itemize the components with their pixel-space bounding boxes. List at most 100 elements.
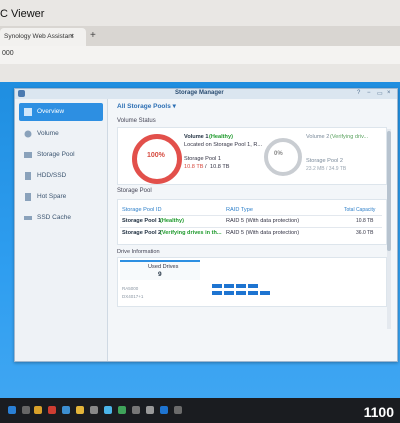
used-drives-card: Used Drives 9 <box>120 260 200 280</box>
volume2-percent: 0% <box>274 151 283 157</box>
volume1-location: Located on Storage Pool 1, R... <box>184 142 263 148</box>
table-header-raid-type: RAID Type <box>226 207 253 213</box>
new-tab-button[interactable]: + <box>90 30 96 41</box>
pool1-raid: RAID 5 (With data protection) <box>226 218 300 224</box>
dropdown-label: All Storage Pools <box>117 103 171 110</box>
sidebar-item-hot-spare[interactable]: Hot Spare <box>19 188 103 206</box>
sidebar-item-overview[interactable]: Overview <box>19 103 103 121</box>
sidebar-item-hdd-ssd[interactable]: HDD/SSD <box>19 167 103 185</box>
drive-slot <box>248 284 258 288</box>
main-content: All Storage Pools ▾ Volume Status 100% V… <box>111 99 393 361</box>
storage-pool-filter-dropdown[interactable]: All Storage Pools ▾ <box>117 102 176 110</box>
browser-titlebar: C Viewer <box>0 0 400 26</box>
storage-manager-logo-icon <box>18 90 25 97</box>
folder-icon[interactable] <box>76 406 84 414</box>
app-icon[interactable] <box>146 406 154 414</box>
volume2-usage: 23.2 MB / 34.9 TB <box>306 166 347 172</box>
used-drives-label: Used Drives <box>148 264 179 270</box>
volume1-used: 10.8 TB <box>184 164 204 170</box>
volume-icon <box>24 130 32 138</box>
app-icon[interactable] <box>118 406 126 414</box>
sidebar-item-volume[interactable]: Volume <box>19 125 103 143</box>
help-button[interactable]: ? <box>357 90 360 96</box>
pool2-raid: RAID 5 (With data protection) <box>226 230 300 236</box>
sidebar-item-label: Volume <box>37 130 59 137</box>
table-header-pool-id: Storage Pool ID <box>122 207 162 213</box>
storage-manager-window: Storage Manager ? − ▭ × Overview Volume … <box>14 88 398 362</box>
volume1-usage-separator: / <box>205 164 207 170</box>
storage-pool-table: Storage Pool ID RAID Type Total Capacity… <box>117 199 387 245</box>
scrollbar-thumb[interactable] <box>387 131 391 251</box>
app-icon[interactable] <box>160 406 168 414</box>
volume-status-heading: Volume Status <box>117 118 156 124</box>
window-title: Storage Manager <box>175 90 224 96</box>
start-icon[interactable] <box>8 406 16 414</box>
device-label-2: DX4017+1 <box>122 294 144 299</box>
drive-slot <box>260 291 270 295</box>
sidebar: Overview Volume Storage Pool HDD/SSD Hot… <box>15 99 108 361</box>
browser-icon[interactable] <box>62 406 70 414</box>
ssd-cache-icon <box>24 216 32 220</box>
device-label-1: RA5000 <box>122 286 139 291</box>
pool1-capacity: 10.8 TB <box>356 218 374 224</box>
hdd-icon <box>25 172 31 180</box>
volume2-name: Volume 2 <box>306 134 330 140</box>
sidebar-item-label: Overview <box>37 108 65 115</box>
browser-title: C Viewer <box>0 8 45 20</box>
sidebar-item-label: SSD Cache <box>37 214 71 221</box>
taskbar <box>0 398 400 423</box>
drive-info-heading: Drive Information <box>117 249 160 255</box>
pool2-capacity: 36.0 TB <box>356 230 374 236</box>
window-header: Storage Manager ? − ▭ × <box>15 89 397 99</box>
tab-label: Synology Web Assistant <box>4 33 74 40</box>
table-divider <box>120 227 382 228</box>
address-bar[interactable]: 000 <box>0 46 400 65</box>
used-drives-count: 9 <box>158 271 162 278</box>
volume-status-panel: 100% Volume 1 (Healthy) Located on Stora… <box>117 127 387 185</box>
volume1-name: Volume 1 <box>184 134 209 140</box>
drive-slot <box>236 284 246 288</box>
drive-slot <box>236 291 246 295</box>
volume1-status: (Healthy) <box>209 134 233 140</box>
app-icon[interactable] <box>174 406 182 414</box>
volume1-percent: 100% <box>147 152 165 159</box>
drive-slot <box>224 284 234 288</box>
volume1-usage-ring <box>132 134 182 184</box>
drive-slot <box>212 291 222 295</box>
drive-info-panel: Used Drives 9 RA5000 DX4017+1 <box>117 257 387 307</box>
volume2-usage-ring <box>264 138 302 176</box>
maximize-button[interactable]: ▭ <box>377 90 383 97</box>
browser-tab[interactable]: Synology Web Assistant × <box>0 28 86 46</box>
drive-slot <box>248 291 258 295</box>
storage-pool-heading: Storage Pool <box>117 188 152 194</box>
table-header-total-capacity: Total Capacity <box>344 207 376 213</box>
overview-icon <box>24 108 32 116</box>
app-icon[interactable] <box>132 406 140 414</box>
sidebar-item-ssd-cache[interactable]: SSD Cache <box>19 209 103 227</box>
pool2-status: (Verifying drives in th... <box>160 230 222 236</box>
volume2-status: (Verifying driv... <box>330 134 369 140</box>
sidebar-item-label: Hot Spare <box>37 193 67 200</box>
app-icon[interactable] <box>48 406 56 414</box>
chevron-down-icon: ▾ <box>172 103 176 110</box>
storage-pool-icon <box>24 152 32 158</box>
address-text: 000 <box>2 50 14 57</box>
explorer-icon[interactable] <box>34 406 42 414</box>
volume1-pool: Storage Pool 1 <box>184 156 222 162</box>
close-button[interactable]: × <box>387 90 391 96</box>
minimize-button[interactable]: − <box>367 90 371 96</box>
main-scrollbar[interactable] <box>387 129 391 329</box>
app-icon[interactable] <box>90 406 98 414</box>
app-icon[interactable] <box>104 406 112 414</box>
sidebar-item-label: HDD/SSD <box>37 172 67 179</box>
close-tab-icon[interactable]: × <box>70 28 74 46</box>
sidebar-item-label: Storage Pool <box>37 151 75 158</box>
pool2-id: Storage Pool 2 <box>122 230 162 236</box>
overlay-number: 1100 <box>363 404 394 420</box>
search-icon[interactable] <box>22 406 30 414</box>
pool1-id: Storage Pool 1 <box>122 218 162 224</box>
hot-spare-icon <box>25 193 31 201</box>
volume2-pool: Storage Pool 2 <box>306 158 344 164</box>
sidebar-item-storage-pool[interactable]: Storage Pool <box>19 146 103 164</box>
drive-slot <box>212 284 222 288</box>
